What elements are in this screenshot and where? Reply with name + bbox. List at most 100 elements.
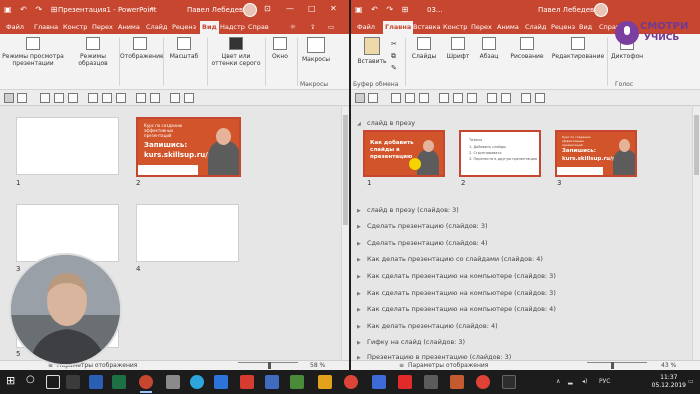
font-button[interactable]: Шрифт: [443, 37, 473, 60]
minimize-icon[interactable]: —: [286, 4, 294, 13]
tab-file[interactable]: Файл: [6, 23, 24, 31]
slides-button[interactable]: Слайды: [409, 37, 439, 60]
master-views-button[interactable]: Режимы образцов: [70, 37, 116, 67]
expand-arrow-icon[interactable]: ▶: [357, 324, 367, 330]
color-grayscale-button[interactable]: Цвет или оттенки серого: [208, 37, 264, 67]
telegram-icon[interactable]: [190, 375, 204, 389]
outline-view-icon[interactable]: [17, 93, 27, 103]
expand-arrow-icon[interactable]: ▶: [357, 340, 367, 346]
presentation-views-button[interactable]: Режимы просмотра презентации: [2, 37, 64, 67]
section-header[interactable]: ▶ Как сделать презентацию на компьютере (…: [357, 305, 692, 313]
format-painter-icon[interactable]: [535, 93, 545, 103]
undo-icon[interactable]: [136, 93, 146, 103]
skype-icon[interactable]: [372, 375, 386, 389]
zoom-level[interactable]: 43 %: [661, 362, 676, 369]
layout-icon[interactable]: [453, 93, 463, 103]
mail-icon[interactable]: [214, 375, 228, 389]
section-header[interactable]: ▶ Сделать презентацию (слайдов: 3): [357, 222, 692, 230]
show-button[interactable]: Отображение: [120, 37, 164, 60]
zoom-level[interactable]: 58 %: [310, 362, 325, 369]
redo-icon[interactable]: [501, 93, 511, 103]
tab-design[interactable]: Констр: [443, 23, 467, 31]
copy-icon[interactable]: ⧉: [391, 52, 396, 61]
expand-arrow-icon[interactable]: ▶: [357, 274, 367, 280]
windows-start-icon[interactable]: ⊞: [6, 374, 20, 388]
tab-animations[interactable]: Анима: [497, 23, 519, 31]
section-header[interactable]: ▶ Как делать презентацию со слайдами (сла…: [357, 255, 692, 263]
tab-transitions[interactable]: Перех: [92, 23, 113, 31]
slide-thumbnail-3[interactable]: Курс по созданию эффективных презентаций…: [555, 130, 637, 177]
view-options-label[interactable]: Параметры отображения: [408, 362, 488, 369]
notifications-icon[interactable]: ▭: [688, 378, 694, 385]
maximize-icon[interactable]: □: [308, 4, 316, 13]
avatar[interactable]: [594, 3, 608, 17]
yandex-browser-icon[interactable]: [398, 375, 412, 389]
layout-icon[interactable]: [102, 93, 112, 103]
zoom-slider[interactable]: [587, 362, 647, 363]
copy-icon[interactable]: [54, 93, 64, 103]
expand-arrow-icon[interactable]: ▶: [357, 307, 367, 313]
file-explorer-icon[interactable]: [66, 375, 80, 389]
tab-review[interactable]: Реценз: [172, 23, 196, 31]
app-icon[interactable]: [450, 375, 464, 389]
chrome-icon[interactable]: [344, 375, 358, 389]
cut-icon[interactable]: ✂: [391, 40, 397, 48]
camera-icon[interactable]: [290, 375, 304, 389]
close-icon[interactable]: ✕: [330, 4, 337, 13]
excel-icon[interactable]: [112, 375, 126, 389]
zoom-button[interactable]: Масштаб: [164, 37, 204, 60]
notes-icon[interactable]: ≡: [399, 362, 404, 369]
tab-addins[interactable]: Надстр: [220, 23, 245, 31]
tab-insert[interactable]: Вставка: [413, 23, 441, 31]
reset-icon[interactable]: [467, 93, 477, 103]
expand-arrow-icon[interactable]: ▶: [357, 257, 367, 263]
zoom-slider-thumb[interactable]: [611, 362, 614, 369]
undo-icon[interactable]: [487, 93, 497, 103]
new-slide-icon[interactable]: [88, 93, 98, 103]
vertical-scrollbar[interactable]: [692, 107, 700, 360]
app-icon[interactable]: [265, 375, 279, 389]
editing-button[interactable]: Редактирование: [549, 37, 607, 60]
share-icon[interactable]: ⇪: [310, 23, 315, 31]
section-header[interactable]: ▶ слайд в презу (слайдов: 3): [357, 206, 692, 214]
task-view-icon[interactable]: [46, 375, 60, 389]
section-header[interactable]: ▶ Сделать презентацию (слайдов: 4): [357, 239, 692, 247]
cut-icon[interactable]: [40, 93, 50, 103]
format-painter-icon[interactable]: [184, 93, 194, 103]
paragraph-button[interactable]: Абзац: [475, 37, 503, 60]
quick-access-icons[interactable]: ▣ ↶ ↷ ⊞: [355, 5, 411, 14]
expand-arrow-icon[interactable]: ▶: [357, 241, 367, 247]
search-icon[interactable]: ○: [26, 374, 40, 388]
slide-thumbnail-1[interactable]: Как добавить слайды в презентацию: [363, 130, 445, 177]
new-slide-icon[interactable]: [439, 93, 449, 103]
search-icon[interactable]: ⌕: [150, 4, 154, 14]
tab-view[interactable]: Вид: [200, 21, 219, 34]
slide-thumbnail-2[interactable]: Тезисы 1. Добавить слайды 2. Сгруппирова…: [459, 130, 541, 177]
sticky-notes-icon[interactable]: [318, 375, 332, 389]
normal-view-icon[interactable]: [4, 93, 14, 103]
start-slideshow-icon[interactable]: [521, 93, 531, 103]
scrollbar-thumb[interactable]: [694, 115, 699, 175]
tab-design[interactable]: Констр: [63, 23, 87, 31]
app-icon[interactable]: [502, 375, 516, 389]
clock[interactable]: 11:37 05.12.2019: [652, 374, 686, 390]
expand-arrow-icon[interactable]: ▶: [357, 291, 367, 297]
zoom-slider-thumb[interactable]: [268, 362, 271, 369]
section-header[interactable]: ▶ Гифку на слайд (слайдов: 3): [357, 338, 692, 346]
tab-home[interactable]: Главна: [383, 21, 414, 34]
expand-arrow-icon[interactable]: ▶: [357, 208, 367, 214]
media-player-icon[interactable]: [240, 375, 254, 389]
section-header[interactable]: ◢ слайд в презу: [357, 119, 692, 127]
word-icon[interactable]: [89, 375, 103, 389]
tab-animations[interactable]: Анима: [118, 23, 140, 31]
section-header[interactable]: ▶ Как сделать презентацию на компьютере (…: [357, 272, 692, 280]
app-icon[interactable]: [424, 375, 438, 389]
format-painter-icon[interactable]: ✎: [391, 64, 397, 72]
network-icon[interactable]: ▂: [568, 378, 573, 385]
paste-button[interactable]: Вставить: [355, 37, 389, 65]
tray-arrow-icon[interactable]: ∧: [556, 378, 560, 385]
reset-icon[interactable]: [116, 93, 126, 103]
outline-view-icon[interactable]: [368, 93, 378, 103]
start-slideshow-icon[interactable]: [170, 93, 180, 103]
tab-slideshow[interactable]: Слайд: [525, 23, 546, 31]
